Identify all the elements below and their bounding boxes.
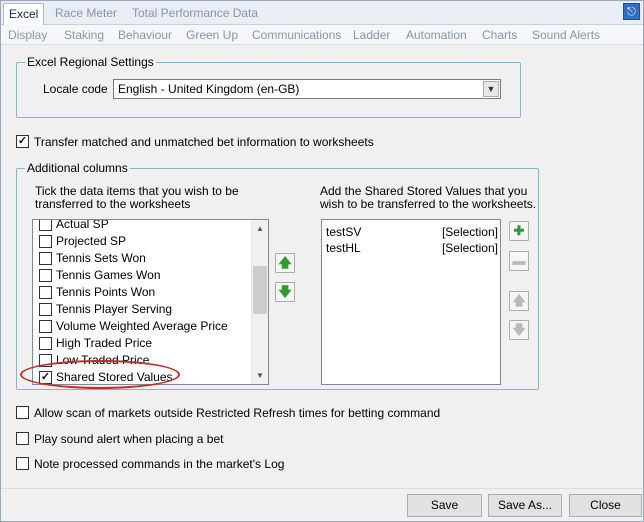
move-up-button[interactable]: 🡅	[275, 253, 295, 273]
sound-alert-checkbox[interactable]	[16, 432, 29, 445]
tab-total-performance-data[interactable]: Total Performance Data	[127, 5, 263, 24]
tab-charts[interactable]: Charts	[482, 27, 517, 43]
ssv-row[interactable]: testHL [Selection]	[326, 240, 498, 257]
allow-scan-checkbox[interactable]	[16, 406, 29, 419]
tab-staking[interactable]: Staking	[64, 27, 104, 43]
list-item-checkbox[interactable]	[39, 320, 52, 333]
note-commands-label: Note processed commands in the market's …	[34, 457, 285, 471]
tab-automation[interactable]: Automation	[406, 27, 467, 43]
list-item-label: Tennis Sets Won	[56, 251, 146, 265]
scroll-down-icon[interactable]: ▼	[252, 367, 268, 384]
save-as-button[interactable]: Save As...	[488, 494, 562, 517]
regional-settings-title: Excel Regional Settings	[25, 55, 156, 69]
remove-ssv-button[interactable]: ▬	[509, 251, 529, 271]
move-down-button[interactable]: 🡇	[275, 282, 295, 302]
locale-code-select[interactable]: English - United Kingdom (en-GB) ▼	[113, 79, 501, 99]
scroll-up-icon[interactable]: ▲	[252, 220, 268, 237]
list-item-label: Projected SP	[56, 234, 127, 248]
ssv-name: testSV	[326, 225, 362, 239]
tab-display[interactable]: Display	[8, 27, 47, 43]
list-item-checkbox[interactable]	[39, 235, 52, 248]
data-items-scrollbar[interactable]: ▲ ▼	[251, 220, 268, 384]
list-item-checkbox[interactable]	[39, 252, 52, 265]
transfer-label: Transfer matched and unmatched bet infor…	[34, 135, 374, 149]
left-instructions-line-2: transferred to the worksheets	[35, 197, 191, 211]
close-button[interactable]: Close	[569, 494, 642, 517]
ssv-type: [Selection]	[441, 241, 498, 255]
pin-icon[interactable]: ⎋	[623, 3, 640, 20]
additional-columns-title: Additional columns	[25, 161, 130, 175]
locale-code-value: English - United Kingdom (en-GB)	[118, 82, 300, 96]
ssv-type: [Selection]	[441, 225, 498, 239]
regional-settings-group: Excel Regional Settings Locale code Engl…	[16, 55, 521, 118]
allow-scan-label: Allow scan of markets outside Restricted…	[34, 406, 441, 420]
list-item-checkbox[interactable]	[39, 286, 52, 299]
list-item-label: Actual SP	[56, 219, 109, 231]
tab-sound-alerts[interactable]: Sound Alerts	[532, 27, 600, 43]
list-item-checkbox[interactable]	[39, 337, 52, 350]
ssv-row[interactable]: testSV [Selection]	[326, 224, 498, 241]
tab-green-up[interactable]: Green Up	[186, 27, 238, 43]
save-button[interactable]: Save	[407, 494, 482, 517]
note-commands-checkbox[interactable]	[16, 457, 29, 470]
scroll-thumb[interactable]	[253, 266, 267, 314]
list-item-label: High Traded Price	[56, 336, 153, 350]
chevron-down-icon[interactable]: ▼	[483, 81, 499, 97]
left-instructions-line-1: Tick the data items that you wish to be	[35, 184, 239, 198]
sub-tab-strip: Display Staking Behaviour Green Up Commu…	[1, 25, 643, 45]
list-item-checkbox[interactable]	[39, 269, 52, 282]
shared-stored-values-list[interactable]: testSV [Selection] testHL [Selection]	[321, 219, 501, 385]
list-item-checkbox[interactable]	[39, 220, 52, 231]
locale-code-label: Locale code	[43, 82, 108, 96]
list-item-label: Tennis Games Won	[56, 268, 161, 282]
ssv-name: testHL	[326, 241, 361, 255]
tab-ladder[interactable]: Ladder	[353, 27, 390, 43]
top-tab-strip: Excel Race Meter Total Performance Data …	[1, 1, 643, 25]
list-item-checkbox[interactable]	[39, 303, 52, 316]
tab-behaviour[interactable]: Behaviour	[118, 27, 172, 43]
settings-window: Excel Race Meter Total Performance Data …	[0, 0, 644, 522]
sound-alert-label: Play sound alert when placing a bet	[34, 432, 224, 446]
tab-race-meter[interactable]: Race Meter	[50, 5, 122, 24]
right-instructions-line-2: wish to be transferred to the worksheets…	[320, 197, 537, 211]
additional-columns-group: Additional columns Tick the data items t…	[16, 161, 539, 390]
ssv-move-down-button[interactable]: 🡇	[509, 320, 529, 340]
list-item-label: Volume Weighted Average Price	[56, 319, 228, 333]
ssv-move-up-button[interactable]: 🡅	[509, 291, 529, 311]
list-item-label: Tennis Player Serving	[56, 302, 173, 316]
tab-excel[interactable]: Excel	[3, 3, 45, 25]
list-item-label: Tennis Points Won	[56, 285, 156, 299]
data-items-list[interactable]: Actual SP Projected SP Tennis Sets Won T…	[32, 219, 269, 385]
highlight-ellipse	[20, 360, 180, 389]
add-ssv-button[interactable]: ✚	[509, 221, 529, 241]
right-instructions-line-1: Add the Shared Stored Values that you	[320, 184, 528, 198]
transfer-checkbox[interactable]: ✓	[16, 135, 29, 148]
tab-communications[interactable]: Communications	[252, 27, 341, 43]
